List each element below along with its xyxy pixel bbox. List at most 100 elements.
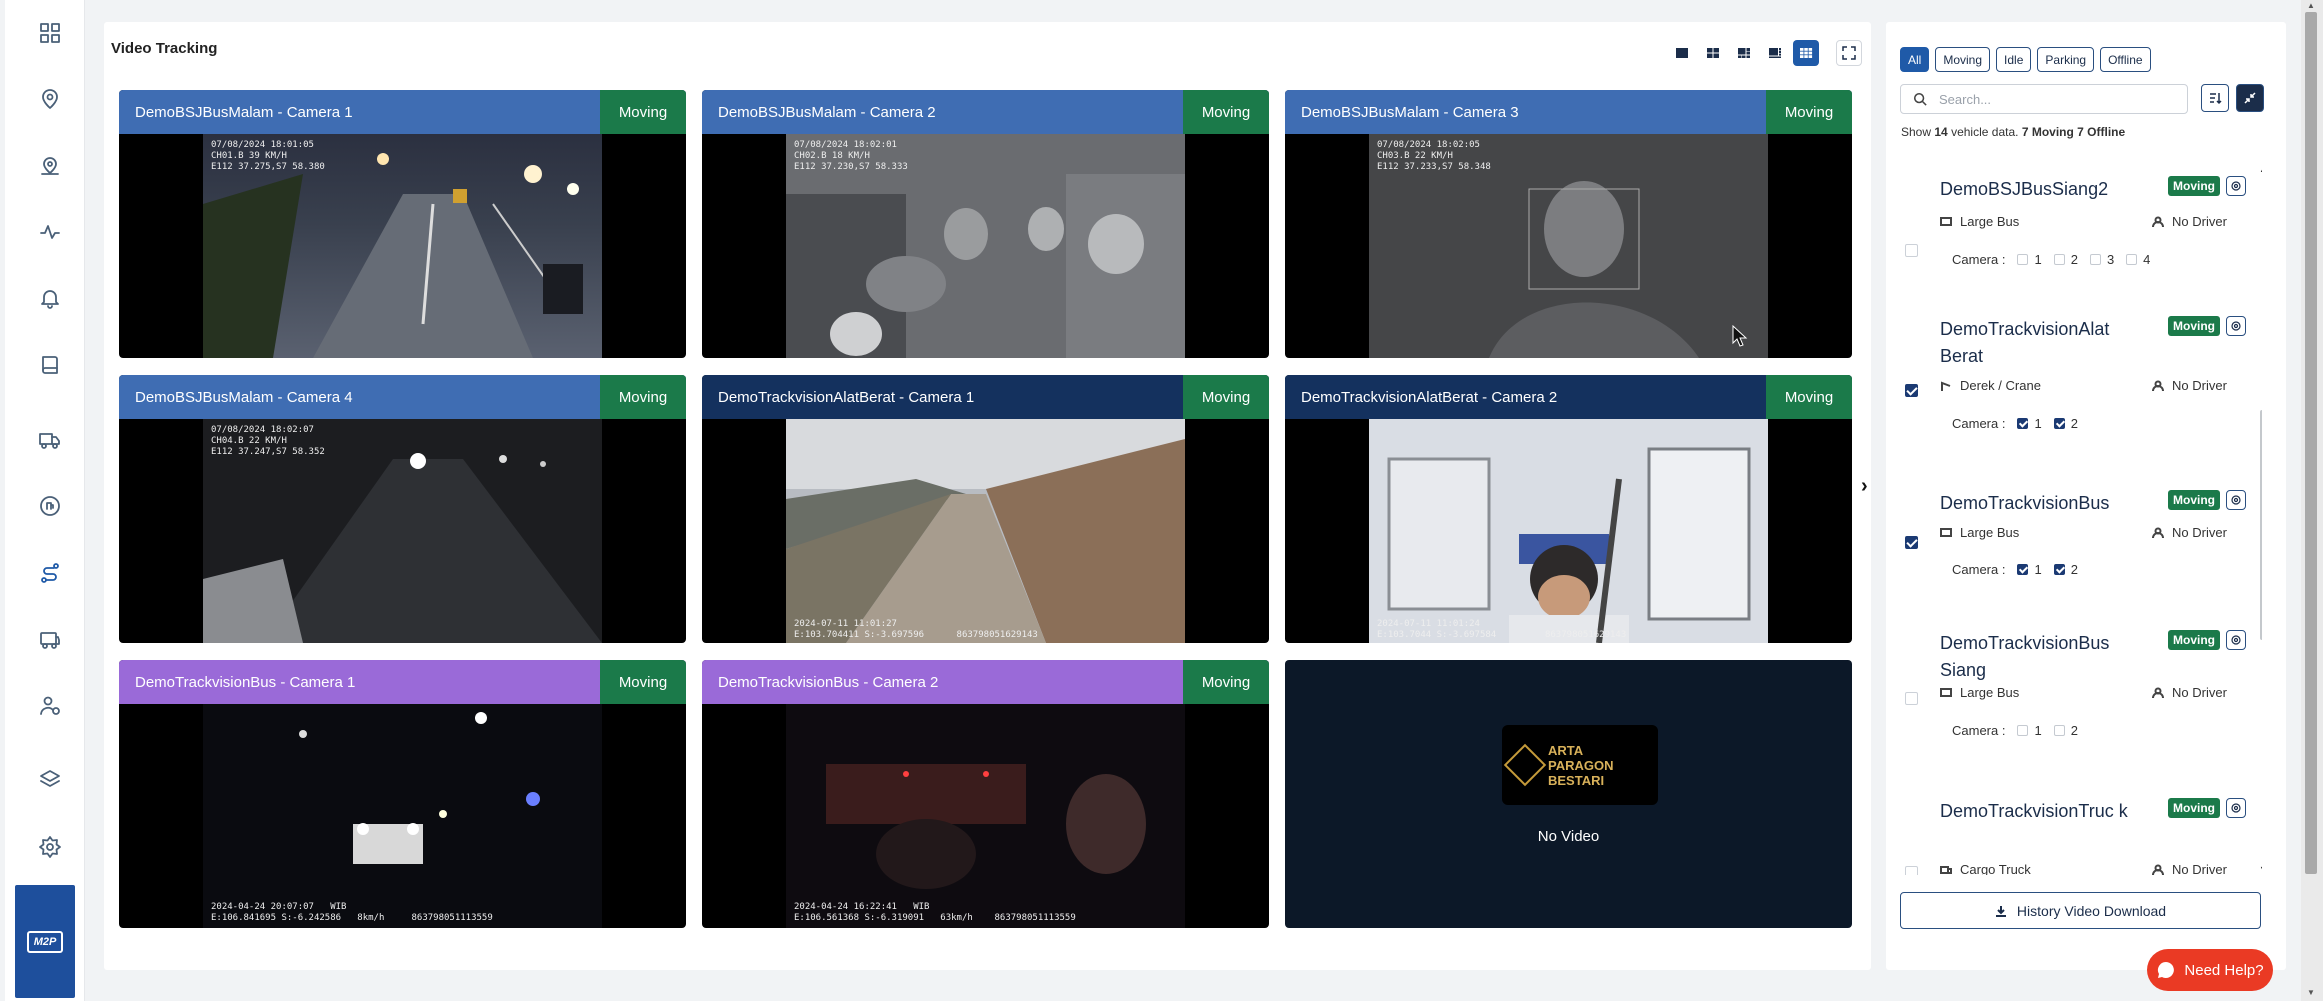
eye-icon[interactable] <box>2226 490 2246 510</box>
camera-checkbox[interactable] <box>2017 418 2029 429</box>
video-feed[interactable]: 07/08/2024 18:02:05 CH03.B 22 KM/H E112 … <box>1369 134 1768 358</box>
location-multi-icon[interactable] <box>30 145 70 185</box>
fullscreen-icon[interactable] <box>1836 40 1862 66</box>
layout-1-icon[interactable] <box>1669 40 1695 66</box>
brand-panel[interactable]: M2P <box>15 885 75 998</box>
camera-tile[interactable]: DemoBSJBusMalam - Camera 4 Moving 07/08/… <box>119 375 686 643</box>
route-icon[interactable] <box>30 553 70 593</box>
filter-offline[interactable]: Offline <box>2100 47 2151 72</box>
scroll-down-icon[interactable]: ▼ <box>2307 988 2315 997</box>
vehicle-name: DemoTrackvisionTruc k <box>1940 801 2128 821</box>
video-feed[interactable]: 2024-04-24 16:22:41 WIB E:106.561368 S:-… <box>786 704 1185 928</box>
video-feed[interactable]: 07/08/2024 18:01:05 CH01.B 39 KM/H E112 … <box>203 134 602 358</box>
vehicle-name: DemoTrackvisionBus <box>1940 493 2110 513</box>
vehicle-item[interactable]: DemoBSJBusSiang2 Moving Large Bus No Dri… <box>1900 176 2250 286</box>
camera-title: DemoTrackvisionAlatBerat - Camera 2 <box>1301 388 1558 406</box>
status-badge: Moving <box>600 375 686 419</box>
camera-tile[interactable]: DemoTrackvisionAlatBerat - Camera 2 Movi… <box>1285 375 1852 643</box>
chat-icon <box>2158 961 2175 978</box>
filter-moving[interactable]: Moving <box>1935 47 1991 72</box>
scroll-up-icon[interactable]: ▲ <box>2259 164 2262 174</box>
vehicle-driver: No Driver <box>2152 378 2227 393</box>
brand-logo: M2P <box>27 930 63 953</box>
need-help-button[interactable]: Need Help? <box>2147 949 2273 991</box>
camera-tile[interactable]: DemoTrackvisionAlatBerat - Camera 1 Movi… <box>702 375 1269 643</box>
search-icon <box>1913 92 1927 106</box>
history-video-download-button[interactable]: History Video Download <box>1900 892 2261 929</box>
video-feed[interactable]: 2024-04-24 20:07:07 WIB E:106.841695 S:-… <box>203 704 602 928</box>
layout-8-icon[interactable] <box>1762 40 1788 66</box>
location-pin-icon[interactable] <box>30 79 70 119</box>
camera-checkbox[interactable] <box>2017 564 2029 575</box>
filter-parking[interactable]: Parking <box>2037 47 2095 72</box>
layout-9-icon[interactable] <box>1793 40 1819 66</box>
vehicle-checkbox[interactable] <box>1905 866 1918 875</box>
bus-icon <box>1940 687 1952 697</box>
scroll-down-icon[interactable]: ▼ <box>2259 864 2262 874</box>
vehicle-item[interactable]: DemoTrackvisionAlat Berat Moving Derek /… <box>1900 316 2250 446</box>
vehicle-cameras: Camera : 1 2 <box>1952 562 2078 577</box>
vehicle-item[interactable]: DemoTrackvisionTruc k Moving Cargo Truck… <box>1900 798 2250 875</box>
layout-4-icon[interactable] <box>1700 40 1726 66</box>
layers-icon[interactable] <box>30 760 70 800</box>
filter-all[interactable]: All <box>1900 47 1930 72</box>
vehicle-item[interactable]: DemoTrackvisionBus Moving Large Bus No D… <box>1900 490 2250 590</box>
settings-icon[interactable] <box>30 827 70 867</box>
eye-icon[interactable] <box>2226 798 2246 818</box>
vehicle-checkbox[interactable] <box>1905 384 1918 397</box>
sort-button[interactable] <box>2201 84 2229 112</box>
bus-icon[interactable] <box>30 620 70 660</box>
status-badge: Moving <box>1183 660 1269 704</box>
vehicle-checkbox[interactable] <box>1905 692 1918 705</box>
vehicle-checkbox[interactable] <box>1905 244 1918 257</box>
video-feed[interactable]: 2024-07-11 11:01:24 E:103.7044 S:-3.6975… <box>1369 419 1768 643</box>
window-scroll-thumb[interactable] <box>2305 12 2317 874</box>
vehicle-list[interactable]: DemoBSJBusSiang2 Moving Large Bus No Dri… <box>1900 162 2262 875</box>
camera-tile[interactable]: DemoTrackvisionBus - Camera 1 Moving 202… <box>119 660 686 928</box>
grid-icon[interactable] <box>30 13 70 53</box>
video-feed[interactable]: 2024-07-11 11:01:27 E:103.704411 S:-3.69… <box>786 419 1185 643</box>
truck-icon[interactable] <box>30 420 70 460</box>
book-icon[interactable] <box>30 345 70 385</box>
video-feed[interactable]: 07/08/2024 18:02:01 CH02.B 18 KM/H E112 … <box>786 134 1185 358</box>
scroll-up-icon[interactable]: ▲ <box>2307 1 2315 10</box>
activity-icon[interactable] <box>30 212 70 252</box>
chevron-right-icon[interactable]: › <box>1861 475 1868 498</box>
search-input[interactable] <box>1939 91 2159 107</box>
camera-title: DemoTrackvisionBus - Camera 1 <box>135 673 356 691</box>
collapse-panel-button[interactable] <box>2236 84 2264 112</box>
search-box <box>1900 84 2188 114</box>
eye-icon[interactable] <box>2226 176 2246 196</box>
eye-icon[interactable] <box>2226 630 2246 650</box>
video-feed[interactable]: 07/08/2024 18:02:07 CH04.B 22 KM/H E112 … <box>203 419 602 643</box>
camera-checkbox[interactable] <box>2089 254 2101 265</box>
camera-checkbox[interactable] <box>2053 725 2065 736</box>
window-scrollbar[interactable]: ▲ ▼ <box>2301 0 2323 1001</box>
filter-idle[interactable]: Idle <box>1996 47 2032 72</box>
camera-checkbox[interactable] <box>2053 418 2065 429</box>
vehicle-item[interactable]: DemoTrackvisionBus Siang Moving Large Bu… <box>1900 630 2250 760</box>
left-sidebar: M2P <box>5 0 85 1001</box>
fuel-icon[interactable] <box>30 486 70 526</box>
eye-icon[interactable] <box>2226 316 2246 336</box>
vehicle-driver: No Driver <box>2152 685 2227 700</box>
camera-header: DemoTrackvisionBus - Camera 1 Moving <box>119 660 686 704</box>
camera-tile[interactable]: DemoBSJBusMalam - Camera 1 Moving 07/08/… <box>119 90 686 358</box>
driver-icon[interactable] <box>30 686 70 726</box>
camera-title: DemoBSJBusMalam - Camera 3 <box>1301 103 1519 121</box>
list-scrollbar[interactable]: ▲ ▼ <box>2258 162 2262 875</box>
scroll-thumb[interactable] <box>2260 410 2262 640</box>
camera-checkbox[interactable] <box>2053 254 2065 265</box>
status-badge: Moving <box>2168 316 2220 336</box>
vehicle-checkbox[interactable] <box>1905 536 1918 549</box>
camera-tile[interactable]: DemoBSJBusMalam - Camera 2 Moving 07/08/… <box>702 90 1269 358</box>
layout-6-icon[interactable] <box>1731 40 1757 66</box>
camera-checkbox[interactable] <box>2017 254 2029 265</box>
camera-checkbox[interactable] <box>2126 254 2138 265</box>
camera-checkbox[interactable] <box>2017 725 2029 736</box>
camera-tile[interactable]: DemoTrackvisionBus - Camera 2 Moving 202… <box>702 660 1269 928</box>
camera-tile[interactable]: DemoBSJBusMalam - Camera 3 Moving 07/08/… <box>1285 90 1852 358</box>
bell-icon[interactable] <box>30 278 70 318</box>
company-logo: ARTA PARAGON BESTARI <box>1502 725 1658 805</box>
camera-checkbox[interactable] <box>2053 564 2065 575</box>
